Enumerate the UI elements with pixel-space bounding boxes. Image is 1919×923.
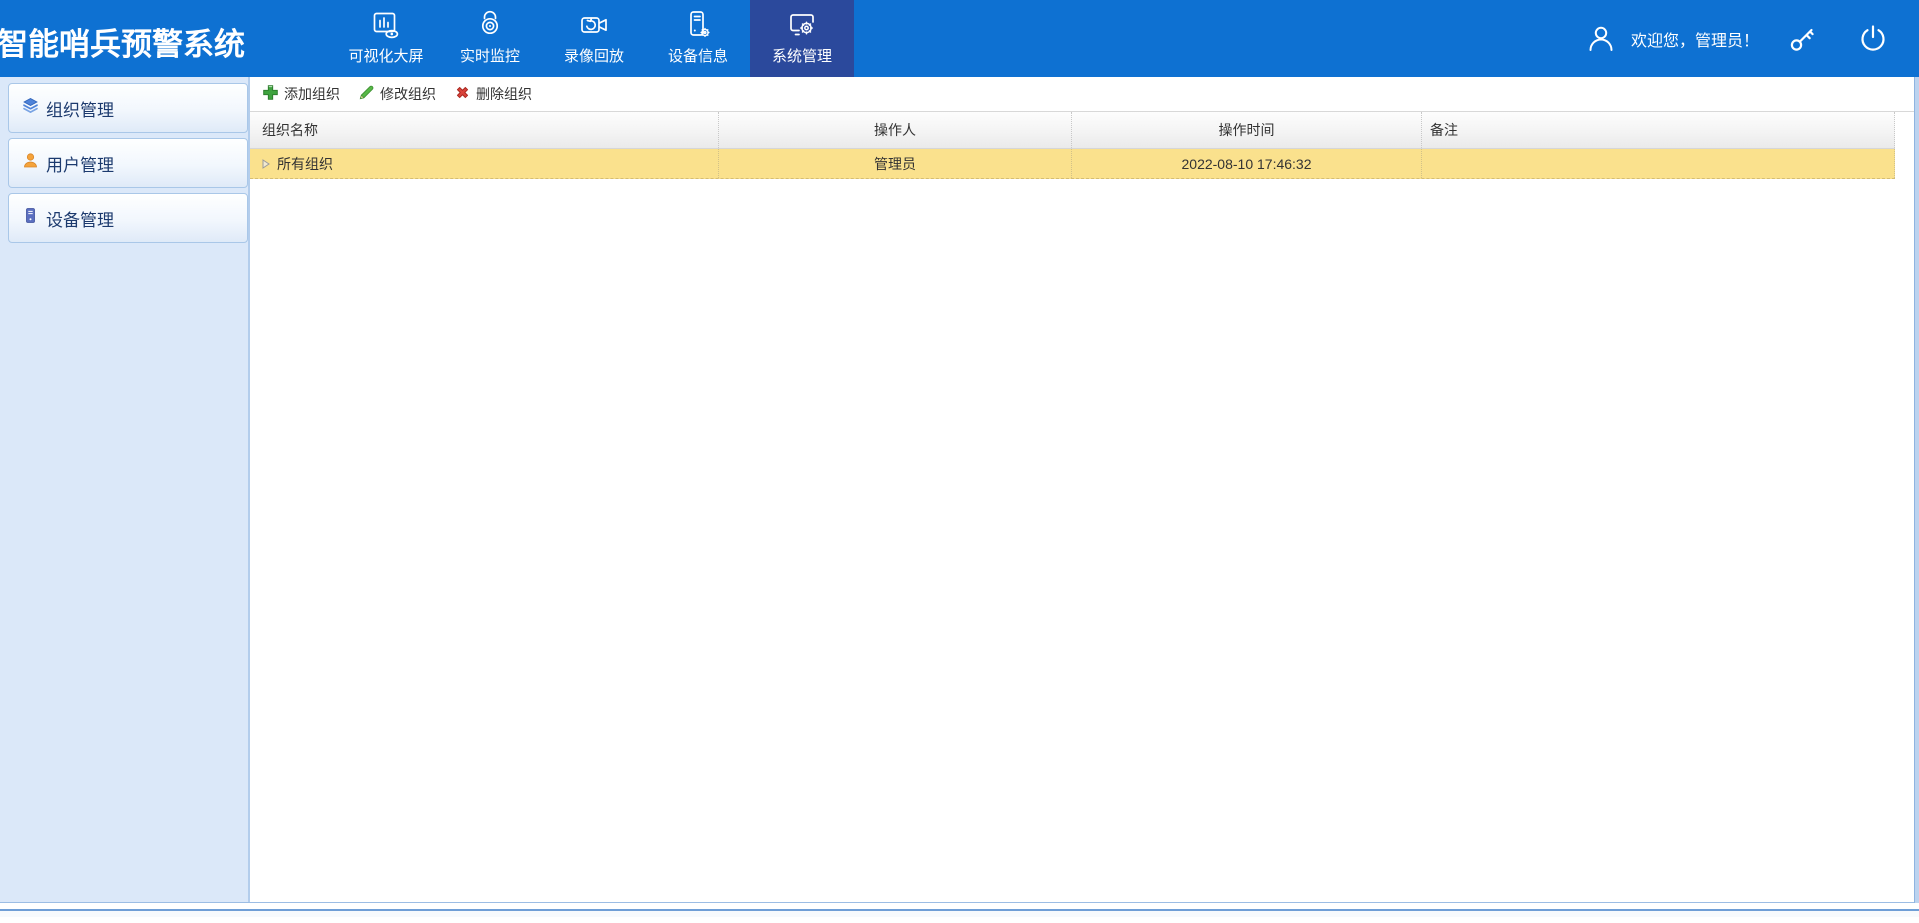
- device-info-icon: [681, 8, 715, 42]
- delete-icon: [454, 84, 471, 104]
- org-toolbar: 添加组织 修改组织 删除组织: [250, 77, 1919, 112]
- nav-item-playback[interactable]: 录像回放: [542, 0, 646, 77]
- nav-item-system-management[interactable]: 系统管理: [750, 0, 854, 77]
- main-content: 添加组织 修改组织 删除组织 组织名称 操作人 操作时间 备注 所有组织 管理员…: [250, 77, 1919, 902]
- remark-cell: [1422, 149, 1895, 178]
- welcome-message: 欢迎您，管理员！: [1630, 32, 1759, 50]
- nav-item-visualization[interactable]: 可视化大屏: [334, 0, 438, 77]
- nav-label: 设备信息: [667, 48, 728, 65]
- sidebar-item-org-management[interactable]: 组织管理: [8, 83, 248, 133]
- right-edge-strip: [1914, 77, 1919, 903]
- system-settings-icon: [785, 8, 819, 42]
- column-header-remark[interactable]: 备注: [1422, 112, 1895, 148]
- org-table: 组织名称 操作人 操作时间 备注 所有组织 管理员 2022-08-10 17:…: [250, 112, 1895, 179]
- column-header-op-time[interactable]: 操作时间: [1072, 112, 1422, 148]
- org-layers-icon: [22, 97, 39, 119]
- footer: [0, 909, 1919, 923]
- op-time-cell: 2022-08-10 17:46:32: [1072, 149, 1422, 178]
- user-bar: 欢迎您，管理员！: [1585, 0, 1889, 77]
- top-bar: 智能哨兵预警系统 可视化大屏 实时监控 录像回放 设备信息 系统管理 欢迎您，管…: [0, 0, 1919, 77]
- nav-label: 可视化大屏: [348, 48, 424, 65]
- sidebar-item-label: 组织管理: [46, 100, 114, 120]
- sidebar-item-label: 用户管理: [46, 155, 114, 175]
- nav-label: 录像回放: [563, 48, 624, 65]
- sidebar-item-device-management[interactable]: 设备管理: [8, 193, 248, 243]
- video-playback-icon: [577, 8, 611, 42]
- nav-item-device-info[interactable]: 设备信息: [646, 0, 750, 77]
- edit-org-button[interactable]: 修改组织: [358, 84, 436, 104]
- body-area: 组织管理 用户管理 设备管理 添加组织 修改组织 删除组织 组织名称 操作人 操…: [0, 77, 1919, 903]
- org-name-text: 所有组织: [277, 155, 333, 172]
- expand-triangle-icon[interactable]: [262, 158, 270, 169]
- delete-org-button[interactable]: 删除组织: [454, 84, 532, 104]
- sidebar-item-user-management[interactable]: 用户管理: [8, 138, 248, 188]
- app-window: 智能哨兵预警系统 可视化大屏 实时监控 录像回放 设备信息 系统管理 欢迎您，管…: [0, 0, 1919, 923]
- table-row[interactable]: 所有组织 管理员 2022-08-10 17:46:32: [250, 149, 1895, 179]
- edit-icon: [358, 84, 375, 104]
- org-name-cell: 所有组织: [250, 149, 719, 178]
- add-org-label: 添加组织: [284, 86, 340, 102]
- dashboard-screen-icon: [369, 8, 403, 42]
- key-icon[interactable]: [1787, 24, 1817, 54]
- user-icon: [1585, 23, 1617, 55]
- sidebar: 组织管理 用户管理 设备管理: [0, 77, 250, 902]
- power-icon[interactable]: [1857, 23, 1889, 55]
- column-header-org-name[interactable]: 组织名称: [250, 112, 719, 148]
- nav-label: 实时监控: [459, 48, 520, 65]
- column-header-operator[interactable]: 操作人: [719, 112, 1072, 148]
- app-title: 智能哨兵预警系统: [0, 27, 245, 62]
- operator-cell: 管理员: [719, 149, 1072, 178]
- device-blue-icon: [22, 207, 39, 229]
- main-nav: 可视化大屏 实时监控 录像回放 设备信息 系统管理: [334, 0, 854, 77]
- add-icon: [262, 84, 279, 104]
- delete-org-label: 删除组织: [476, 86, 532, 102]
- edit-org-label: 修改组织: [380, 86, 436, 102]
- live-camera-icon: [473, 8, 507, 42]
- table-header-row: 组织名称 操作人 操作时间 备注: [250, 112, 1895, 149]
- add-org-button[interactable]: 添加组织: [262, 84, 340, 104]
- nav-item-live-monitor[interactable]: 实时监控: [438, 0, 542, 77]
- sidebar-item-label: 设备管理: [46, 210, 114, 230]
- user-orange-icon: [22, 152, 39, 174]
- nav-label: 系统管理: [771, 48, 832, 65]
